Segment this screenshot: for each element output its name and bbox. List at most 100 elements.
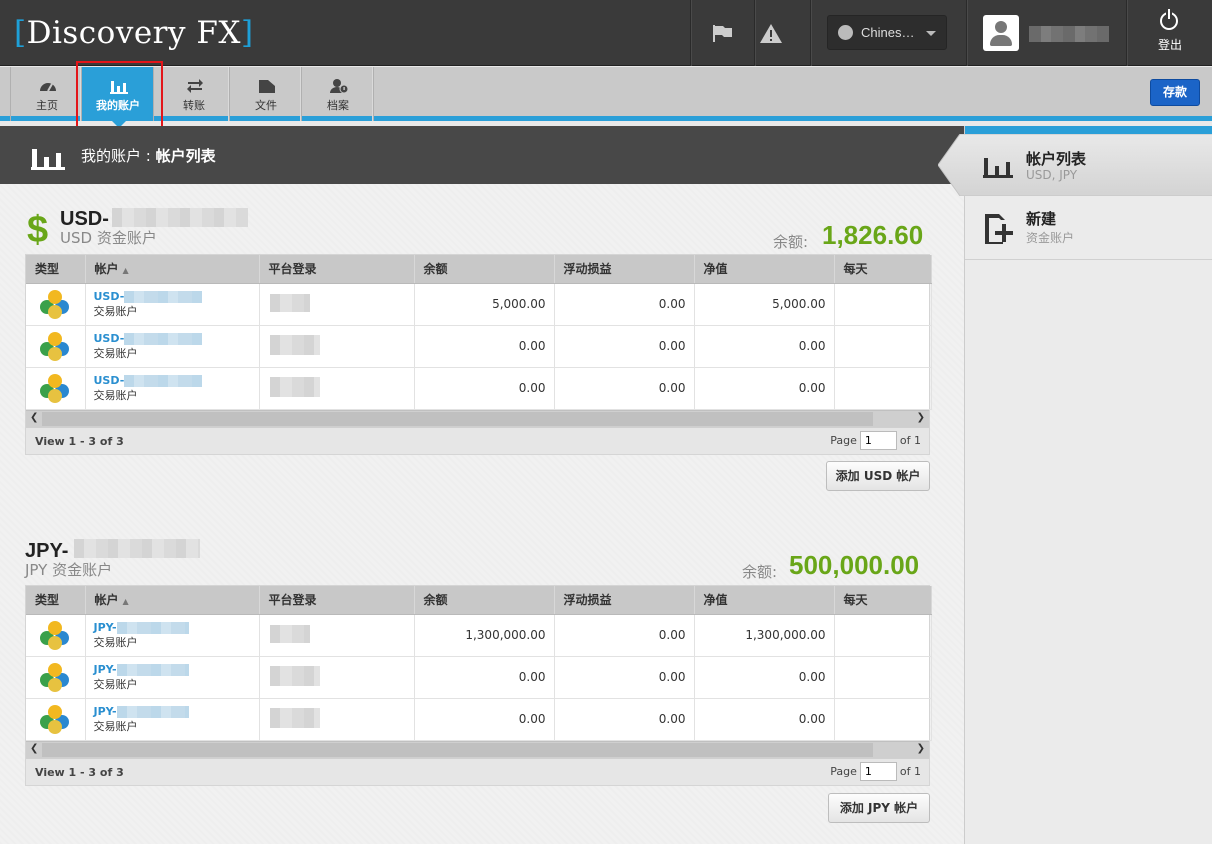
column-header-balance[interactable]: 余额 [414,255,555,284]
scroll-right-icon[interactable]: ❯ [917,412,925,423]
column-header-daily[interactable]: 每天 [834,586,932,615]
table-row[interactable]: USD- 交易账户 0.00 0.00 0.00 [26,367,932,410]
account-link[interactable]: USD- [94,374,125,387]
jpy-pager: View 1 - 3 of 3 Pageof 1 [26,757,929,785]
add-jpy-account-button[interactable]: 添加 JPY 帐户 [828,793,930,823]
folder-icon [259,80,275,93]
logout-button[interactable]: 登出 [1126,0,1212,66]
equity-cell: 0.00 [694,656,835,699]
alert-button[interactable] [754,0,810,66]
globe-icon [838,25,853,40]
account-link[interactable]: JPY- [94,705,117,718]
sort-asc-icon: ▲ [122,266,129,276]
sidebar-item-account-list[interactable]: 帐户列表 USD, JPY [965,134,1212,196]
page-input[interactable] [859,761,897,781]
table-row[interactable]: USD- 交易账户 0.00 0.00 0.00 [26,325,932,368]
metatrader-icon [39,661,71,693]
flag-icon [713,25,732,42]
page-input[interactable] [859,430,897,450]
table-row[interactable]: USD- 交易账户 5,000.00 0.00 5,000.00 [26,283,932,326]
dollar-icon: $ [27,209,48,248]
column-header-type[interactable]: 类型 [26,586,86,615]
table-row[interactable]: JPY- 交易账户 0.00 0.00 0.00 [26,698,932,741]
column-header-account[interactable]: 帐户 ▲ [85,586,260,615]
add-usd-account-button[interactable]: 添加 USD 帐户 [826,461,930,491]
account-link[interactable]: USD- [94,290,125,303]
column-header-balance[interactable]: 余额 [414,586,555,615]
page-header: 我的账户 : 帐户列表 [0,126,964,184]
svg-text:$: $ [27,209,48,248]
platform-login-redacted [269,334,320,355]
column-header-floating-pl[interactable]: 浮动损益 [554,586,695,615]
jpy-section-subtitle: JPY 资金账户 [25,561,113,579]
platform-login-redacted [269,624,310,643]
right-sidebar: 帐户列表 USD, JPY 新建 资金账户 [938,126,1212,844]
usd-balance-value: 1,826.60 [822,220,924,250]
account-link[interactable]: JPY- [94,621,117,634]
jpy-balance-value: 500,000.00 [789,550,920,580]
usd-id-redacted [112,208,248,227]
nav-item-home[interactable]: 主页 [10,67,82,121]
bar-chart-icon [31,149,65,170]
top-bar: [Discovery FX] Chines… 登出 [0,0,1212,66]
scrollbar-thumb[interactable] [42,411,873,426]
platform-login-redacted [269,707,320,728]
active-nav-highlight [76,61,163,132]
scroll-left-icon[interactable]: ❮ [30,743,38,754]
balance-cell: 0.00 [414,367,555,410]
equity-cell: 0.00 [694,367,835,410]
nav-item-documents[interactable]: 文件 [230,67,302,121]
dashboard-icon [40,83,56,92]
horizontal-scrollbar[interactable]: ❮ ❯ [26,409,929,427]
flag-button[interactable] [690,0,754,66]
table-row[interactable]: JPY- 交易账户 0.00 0.00 0.00 [26,656,932,699]
view-range: View 1 - 3 of 3 [35,765,124,779]
nav-item-transfer[interactable]: 转账 [158,67,230,121]
column-header-daily[interactable]: 每天 [834,255,932,284]
view-range: View 1 - 3 of 3 [35,434,124,448]
usd-accounts-grid: 类型 帐户 ▲ 平台登录 余额 浮动损益 净值 每天 USD- 交易账户 5,000… [25,254,932,455]
floating-pl-cell: 0.00 [554,614,695,657]
balance-cell: 0.00 [414,698,555,741]
metatrader-icon [39,619,71,651]
metatrader-icon [39,703,71,735]
floating-pl-cell: 0.00 [554,698,695,741]
scroll-right-icon[interactable]: ❯ [917,743,925,754]
column-header-equity[interactable]: 净值 [694,255,835,284]
table-row[interactable]: JPY- 交易账户 1,300,000.00 0.00 1,300,000.00 [26,614,932,657]
equity-cell: 5,000.00 [694,283,835,326]
sort-asc-icon: ▲ [122,597,129,607]
scroll-left-icon[interactable]: ❮ [30,412,38,423]
daily-cell [834,283,932,326]
column-header-floating-pl[interactable]: 浮动损益 [554,255,695,284]
column-header-platform-login[interactable]: 平台登录 [259,255,415,284]
nav-item-profile[interactable]: 档案 [302,67,374,121]
horizontal-scrollbar[interactable]: ❮ ❯ [26,740,929,758]
column-header-type[interactable]: 类型 [26,255,86,284]
platform-login-redacted [269,293,310,312]
jpy-balance-label: 余额: [742,563,778,581]
logo[interactable]: [Discovery FX] [14,14,254,52]
account-link[interactable]: JPY- [94,663,117,676]
language-select[interactable]: Chines… [827,15,947,50]
jpy-id-redacted [74,539,200,558]
column-header-equity[interactable]: 净值 [694,586,835,615]
equity-cell: 0.00 [694,698,835,741]
profile-icon [330,79,348,94]
column-header-account[interactable]: 帐户 ▲ [85,255,260,284]
daily-cell [834,698,932,741]
floating-pl-cell: 0.00 [554,325,695,368]
avatar[interactable] [983,15,1019,51]
platform-login-redacted [269,665,320,686]
usd-balance-label: 余额: [773,233,809,251]
daily-cell [834,367,932,410]
sidebar-item-new-account[interactable]: 新建 资金账户 [965,198,1212,258]
column-header-platform-login[interactable]: 平台登录 [259,586,415,615]
account-link[interactable]: USD- [94,332,125,345]
user-name-redacted [1029,26,1109,42]
metatrader-icon [39,330,71,362]
deposit-button[interactable]: 存款 [1150,79,1200,106]
main-nav: 主页 我的账户 转账 文件 档案 存款 [0,67,1212,128]
scrollbar-thumb[interactable] [42,742,873,757]
logo-text: Discovery FX [26,15,241,51]
